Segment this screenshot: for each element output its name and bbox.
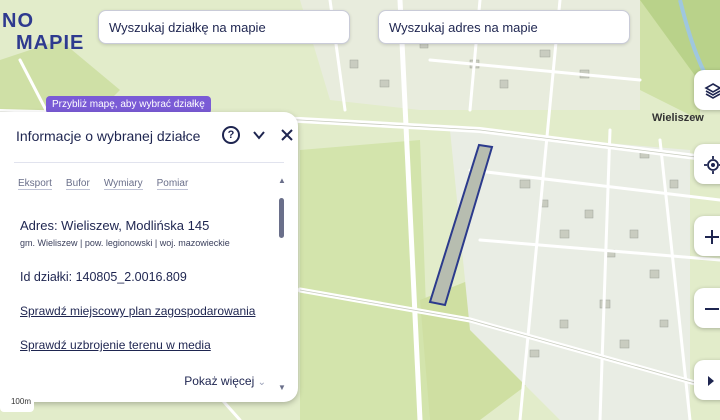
zoom-out-button[interactable] [694,288,720,328]
close-icon[interactable] [278,126,296,144]
app-logo[interactable]: NO MAPIE [2,6,92,56]
locate-icon [704,155,720,174]
minus-icon [705,307,719,310]
plot-id: Id działki: 140805_2.0016.809 [20,270,187,284]
plot-info-panel: Informacje o wybranej działce ? Eksport … [0,112,298,402]
plot-address: Adres: Wieliszew, Modlińska 145 [20,218,210,233]
scroll-thumb[interactable] [279,198,284,238]
map-scale: 100m [0,392,34,412]
tab-measure[interactable]: Pomiar [156,178,189,190]
plot-address-admin: gm. Wieliszew | pow. legionowski | woj. … [20,238,230,248]
address-search-input[interactable]: Wyszukaj adres na mapie [378,10,630,44]
panel-tabs: Eksport Bufor Wymiary Pomiar [18,178,189,190]
chevron-right-icon [708,375,714,386]
tab-buffer[interactable]: Bufor [65,178,90,190]
scroll-up-icon[interactable]: ▲ [278,176,286,185]
zoning-plan-link[interactable]: Sprawdź miejscowy plan zagospodarowania [20,304,255,318]
help-icon[interactable]: ? [222,126,240,144]
panel-title: Informacje o wybranej działce [16,128,201,144]
utilities-link[interactable]: Sprawdź uzbrojenie terenu w media [20,338,211,352]
chevron-down-small-icon: ⌄ [257,377,266,388]
show-more-button[interactable]: Pokaż więcej ⌄ [184,374,266,388]
plus-icon [705,229,719,244]
zoom-in-button[interactable] [694,216,720,256]
plot-search-input[interactable]: Wyszukaj działkę na mapie [98,10,350,44]
scroll-down-icon[interactable]: ▼ [278,383,286,392]
logo-text-top: NO [2,10,34,32]
logo-text-bottom: MAPIE [16,32,85,54]
show-more-label: Pokaż więcej [184,374,255,388]
tab-export[interactable]: Eksport [18,178,52,190]
chevron-down-icon[interactable] [250,126,268,144]
layers-icon [704,82,720,99]
locate-button[interactable] [694,144,720,184]
map-place-label: Wieliszew [652,112,704,124]
expand-side-button[interactable] [694,360,720,400]
panel-scrollbar[interactable]: ▲ ▼ [278,176,286,392]
panel-divider [14,162,284,163]
tab-dimensions[interactable]: Wymiary [103,178,143,190]
layers-button[interactable] [694,70,720,110]
